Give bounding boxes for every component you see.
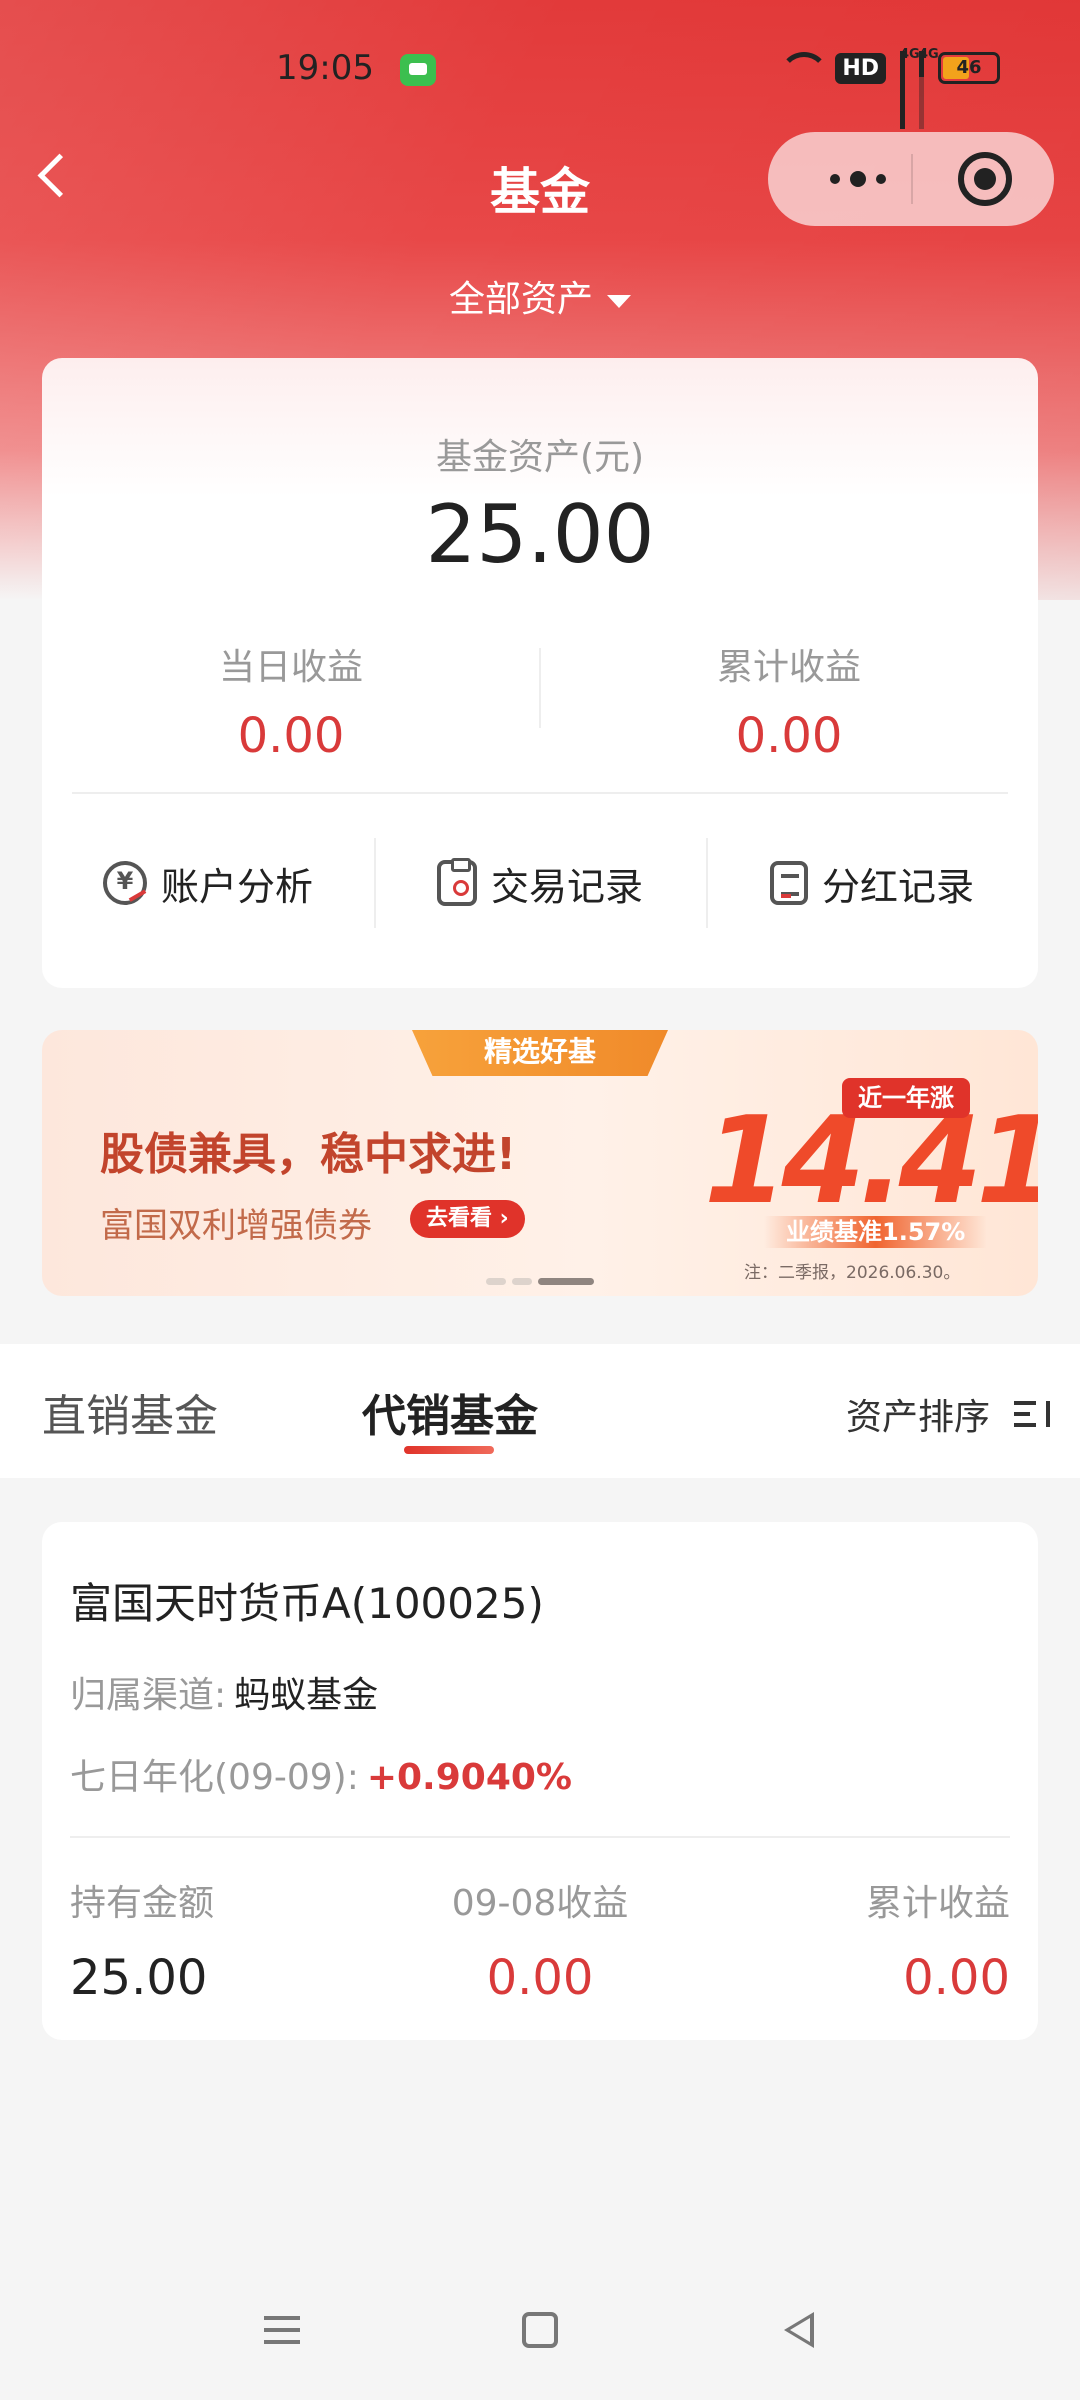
transaction-record-button[interactable]: 交易记录	[374, 838, 706, 928]
account-analysis-button[interactable]: 账户分析	[42, 838, 374, 928]
cumulative-earnings-value: 0.00	[735, 708, 843, 764]
fund-holding-card[interactable]: 富国天时货币A(100025) 归属渠道: 蚂蚁基金 七日年化(09-09): +0…	[42, 1522, 1038, 2040]
daily-earnings-value: 0.00	[237, 708, 345, 764]
seven-day-yield-label: 七日年化(09-09):	[70, 1757, 359, 1798]
system-navigation-bar	[0, 2290, 1080, 2380]
carousel-indicator	[486, 1278, 594, 1285]
divider	[72, 792, 1008, 794]
holding-amount-label: 持有金额	[70, 1883, 215, 1924]
status-icons: HD 4G 4G 46	[777, 47, 1000, 129]
caret-down-icon	[607, 294, 631, 308]
cumulative-earnings-holding: 累计收益 0.00	[680, 1874, 1010, 2006]
fund-assets-value: 25.00	[425, 488, 655, 581]
miniapp-capsule	[768, 132, 1054, 226]
active-tab-indicator	[404, 1446, 494, 1454]
asset-sort-button[interactable]: 资产排序	[846, 1388, 1050, 1440]
seven-day-yield-value: +0.9040%	[366, 1757, 572, 1798]
fund-tabs: 直销基金 代销基金 资产排序	[0, 1344, 1080, 1478]
dividend-record-icon	[769, 861, 808, 905]
holding-daily-label: 09-08收益	[451, 1883, 629, 1924]
network-type-2: 4G	[919, 47, 939, 62]
channel-row: 归属渠道: 蚂蚁基金	[70, 1666, 378, 1718]
holding-daily-value: 0.00	[486, 1950, 594, 2006]
seven-day-yield-row: 七日年化(09-09): +0.9040%	[70, 1748, 572, 1800]
channel-value: 蚂蚁基金	[234, 1675, 379, 1716]
battery-icon: 46	[938, 52, 1000, 84]
fund-assets-label: 基金资产(元)	[435, 437, 645, 478]
dividend-record-button[interactable]: 分红记录	[706, 838, 1038, 928]
wifi-icon	[777, 50, 830, 86]
banner-cta-label: 去看看	[426, 1206, 493, 1231]
quick-actions: 账户分析 交易记录 分红记录	[42, 838, 1038, 928]
banner-benchmark: 业绩基准1.57%	[764, 1216, 988, 1248]
asset-filter-label: 全部资产	[448, 279, 593, 320]
account-analysis-label: 账户分析	[160, 864, 313, 909]
banner-note: 注：二季报，2026.06.30。	[744, 1263, 961, 1283]
banner-cta-button[interactable]: 去看看 ›	[410, 1200, 525, 1238]
message-notification-icon	[400, 54, 436, 86]
navigation-bar: 基金	[0, 130, 1080, 230]
asset-summary-card: 基金资产(元) 25.00 当日收益 0.00 累计收益 0.00 账户分析 交…	[42, 358, 1038, 988]
home-icon[interactable]	[522, 2312, 558, 2348]
holding-cumulative-value: 0.00	[903, 1950, 1010, 2006]
cumulative-earnings: 累计收益 0.00	[540, 638, 1038, 764]
daily-earnings-holding: 09-08收益 0.00	[375, 1874, 705, 2006]
promo-banner[interactable]: 精选好基 股债兼具，稳中求进! 富国双利增强债券 去看看 › 14.41% 近一…	[42, 1030, 1038, 1296]
transaction-record-label: 交易记录	[490, 864, 643, 909]
asset-sort-label: 资产排序	[845, 1397, 990, 1438]
status-bar: 19:05 HD 4G 4G 46	[0, 40, 1080, 129]
signal-icon-2: 4G	[919, 47, 939, 129]
holding-cumulative-label: 累计收益	[865, 1883, 1010, 1924]
tab-agency-fund[interactable]: 代销基金	[362, 1380, 538, 1444]
status-time: 19:05	[276, 48, 374, 88]
holding-amount-value: 25.00	[70, 1950, 208, 2006]
capsule-divider	[911, 154, 913, 204]
banner-fund-name: 富国双利增强债券	[100, 1206, 372, 1246]
daily-earnings: 当日收益 0.00	[42, 638, 540, 764]
cumulative-earnings-label: 累计收益	[716, 647, 861, 688]
banner-period-badge: 近一年涨	[842, 1078, 970, 1118]
transaction-record-icon	[436, 858, 477, 906]
network-type-1: 4G	[900, 47, 920, 62]
sort-icon	[1014, 1399, 1050, 1429]
daily-earnings-label: 当日收益	[218, 647, 363, 688]
dividend-record-label: 分红记录	[821, 864, 974, 909]
back-triangle-icon[interactable]	[784, 2312, 814, 2348]
menu-icon[interactable]	[264, 2312, 300, 2348]
tab-direct-fund[interactable]: 直销基金	[42, 1380, 218, 1444]
more-icon[interactable]	[808, 132, 908, 226]
holding-amount: 持有金额 25.00	[70, 1874, 400, 2006]
divider	[70, 1836, 1010, 1838]
signal-icon: 4G	[900, 47, 920, 129]
channel-label: 归属渠道:	[70, 1675, 227, 1716]
close-miniapp-icon[interactable]	[958, 152, 1012, 206]
account-analysis-icon	[102, 861, 147, 905]
hd-icon: HD	[835, 52, 886, 84]
banner-tag: 精选好基	[412, 1030, 668, 1076]
banner-title: 股债兼具，稳中求进!	[100, 1129, 517, 1180]
asset-filter-dropdown[interactable]: 全部资产	[0, 270, 1080, 322]
fund-name: 富国天时货币A(100025)	[70, 1579, 544, 1628]
